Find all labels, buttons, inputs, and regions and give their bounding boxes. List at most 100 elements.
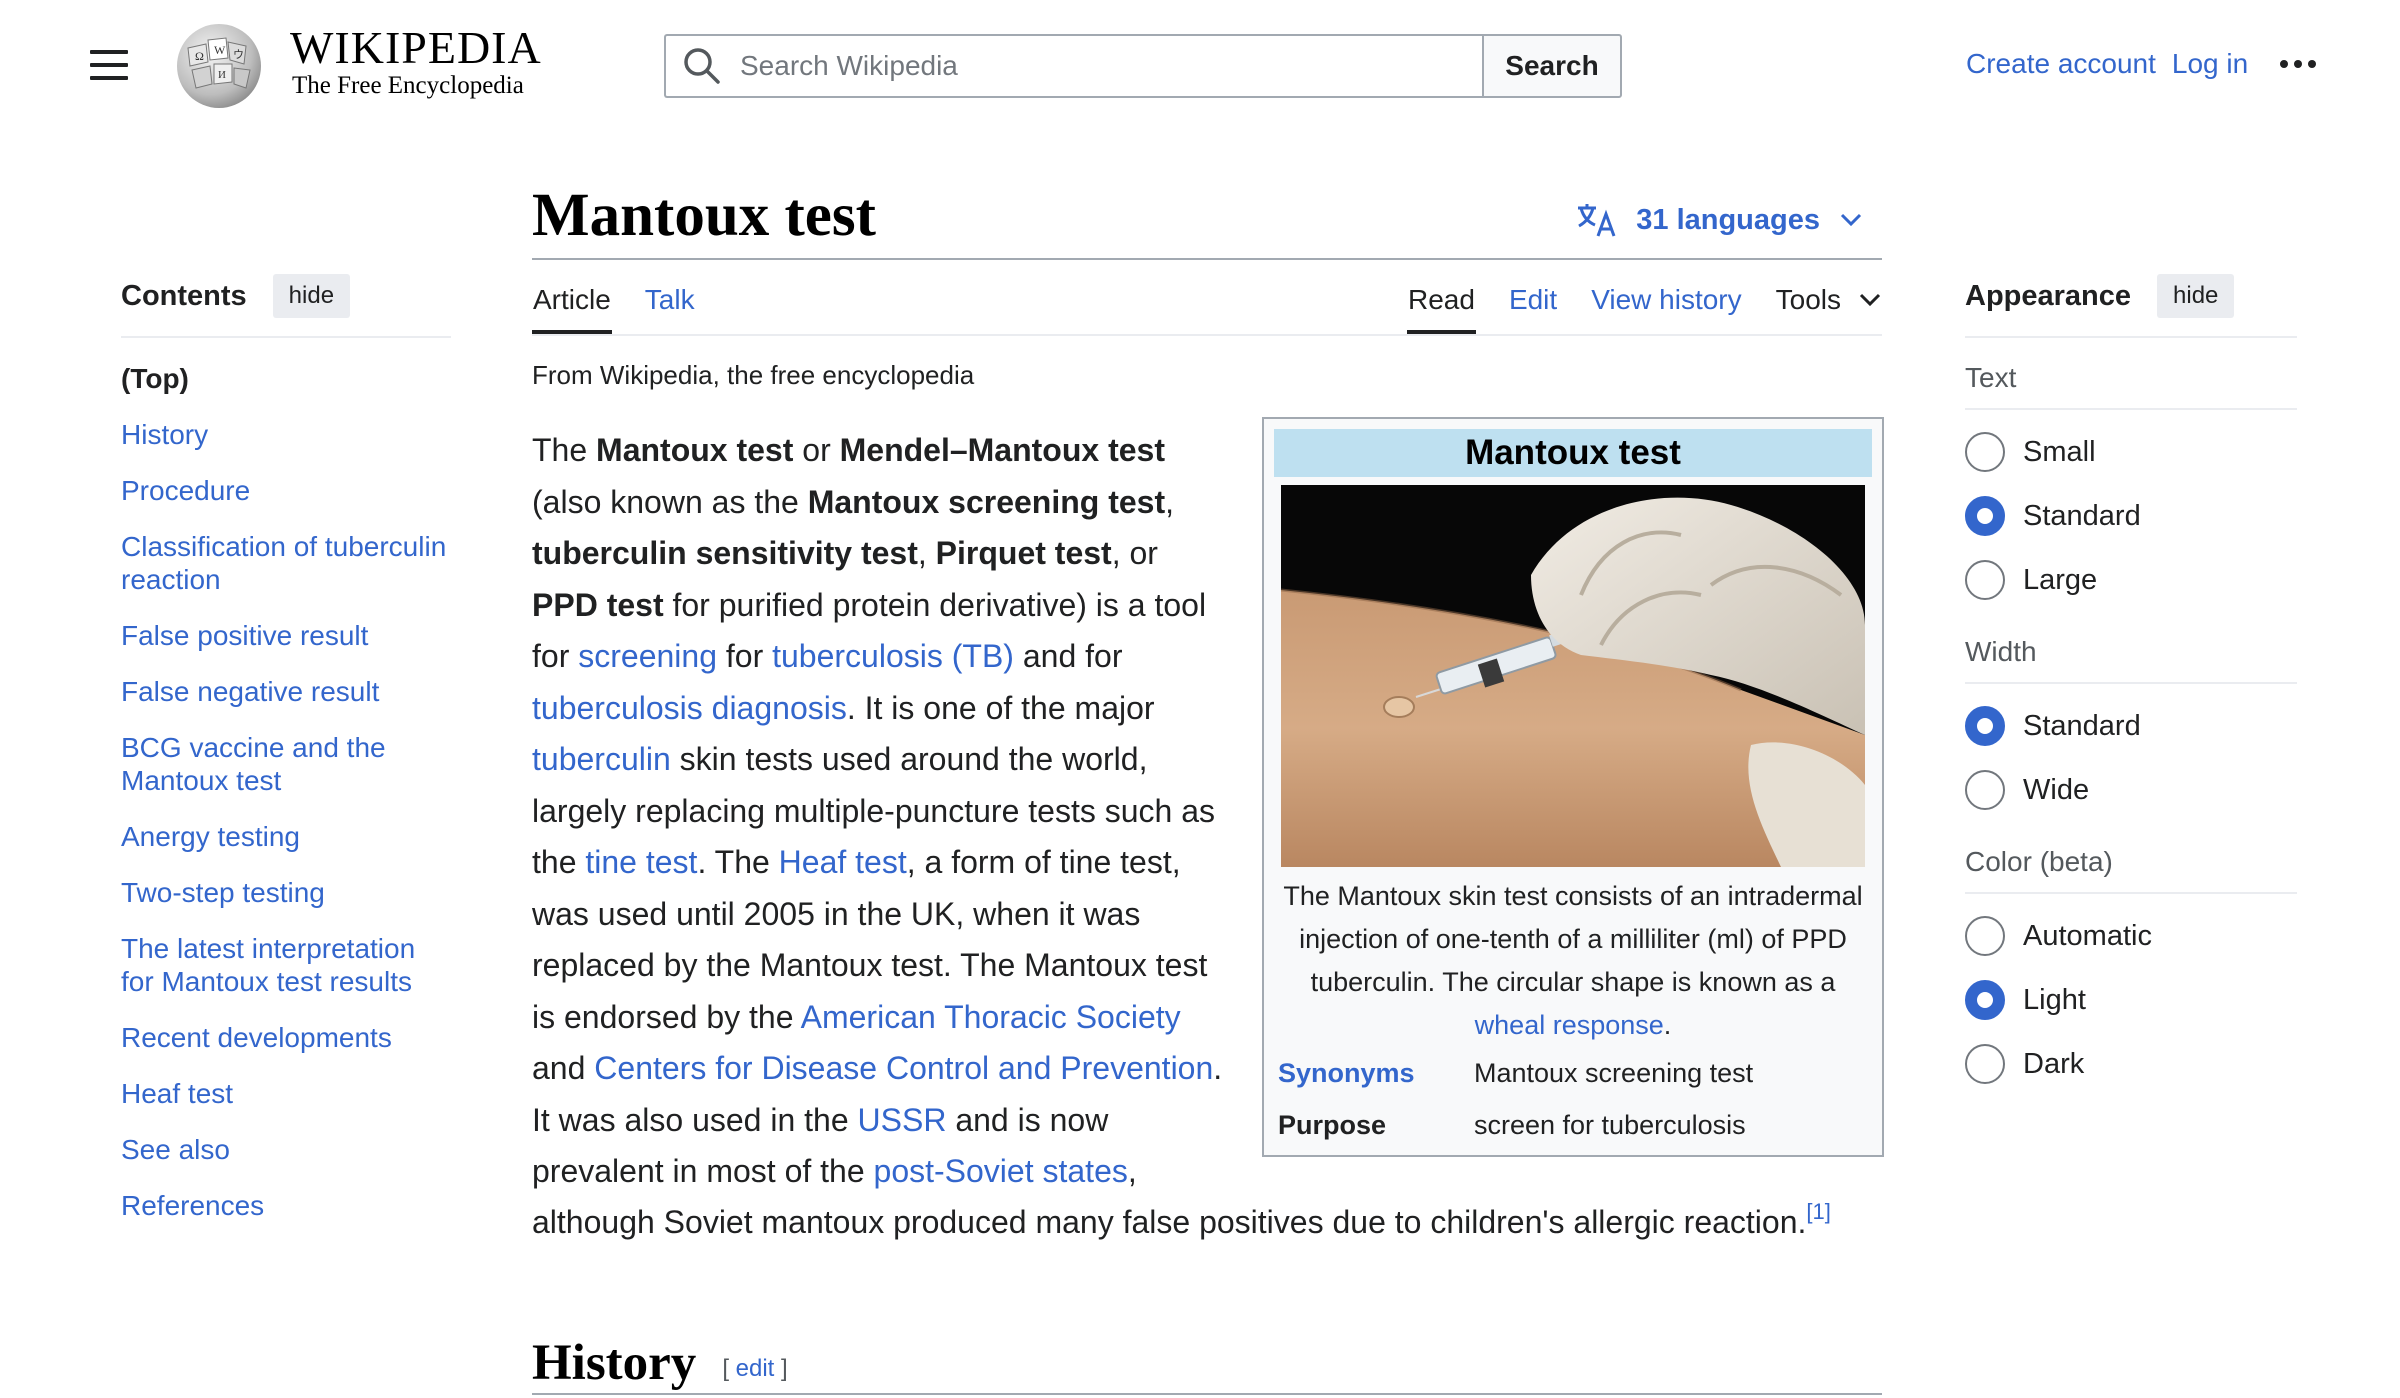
svg-text:Ω: Ω bbox=[195, 49, 204, 63]
search-input[interactable] bbox=[740, 50, 1440, 82]
search-form: Search bbox=[664, 34, 1622, 98]
logo-tagline: The Free Encyclopedia bbox=[292, 72, 524, 99]
group-label: Width bbox=[1965, 636, 2297, 684]
intro-text: or bbox=[793, 432, 840, 468]
infobox-image[interactable] bbox=[1281, 485, 1865, 867]
infobox-title: Mantoux test bbox=[1274, 429, 1872, 477]
radio-circle-selected bbox=[1965, 980, 2005, 1020]
intro-paragraph: The Mantoux test or Mendel–Mantoux test … bbox=[532, 425, 1227, 1198]
toc-item-see-also[interactable]: See also bbox=[121, 1133, 451, 1166]
wikipedia-wordmark[interactable]: WIKIPEDIA The Free Encyclopedia bbox=[290, 22, 542, 100]
reference-link[interactable]: [1] bbox=[1806, 1199, 1830, 1224]
radio-color-light[interactable]: Light bbox=[1965, 968, 2297, 1032]
ellipsis-icon[interactable] bbox=[2280, 60, 2317, 68]
link-american-thoracic-society[interactable]: American Thoracic Society bbox=[801, 999, 1181, 1035]
radio-width-wide[interactable]: Wide bbox=[1965, 758, 2297, 822]
radio-label: Automatic bbox=[2023, 919, 2152, 952]
purpose-label: Purpose bbox=[1278, 1109, 1387, 1140]
toc-item-recent-developments[interactable]: Recent developments bbox=[121, 1021, 451, 1054]
link-tuberculosis[interactable]: tuberculosis (TB) bbox=[772, 638, 1014, 674]
link-wheal-response[interactable]: wheal response bbox=[1475, 1010, 1664, 1040]
radio-text-small[interactable]: Small bbox=[1965, 420, 2297, 484]
radio-circle bbox=[1965, 560, 2005, 600]
toc-item-false-negative[interactable]: False negative result bbox=[121, 675, 451, 708]
intro-text: , or bbox=[1111, 535, 1158, 571]
tab-article[interactable]: Article bbox=[532, 284, 612, 334]
toc-list: (Top) History Procedure Classification o… bbox=[121, 362, 451, 1222]
toc-item-history[interactable]: History bbox=[121, 418, 451, 451]
purpose-value: screen for tuberculosis bbox=[1474, 1109, 1746, 1140]
link-tuberculin[interactable]: tuberculin bbox=[532, 741, 671, 777]
radio-text-standard[interactable]: Standard bbox=[1965, 484, 2297, 548]
intro-text: for bbox=[716, 638, 773, 674]
intro-bold: tuberculin sensitivity test bbox=[532, 535, 918, 571]
language-button[interactable]: 31 languages bbox=[1576, 202, 1882, 238]
tab-edit[interactable]: Edit bbox=[1508, 284, 1558, 334]
radio-circle bbox=[1965, 432, 2005, 472]
link-cdc[interactable]: Centers for Disease Control and Preventi… bbox=[594, 1050, 1213, 1086]
search-button[interactable]: Search bbox=[1482, 34, 1622, 98]
link-tuberculosis-diagnosis[interactable]: tuberculosis diagnosis bbox=[532, 690, 847, 726]
toc-item-two-step-testing[interactable]: Two-step testing bbox=[121, 876, 451, 909]
caption-text: The Mantoux skin test consists of an int… bbox=[1283, 881, 1863, 997]
tab-view-history[interactable]: View history bbox=[1590, 284, 1742, 334]
link-tine-test[interactable]: tine test bbox=[585, 844, 697, 880]
intro-text: and for bbox=[1013, 638, 1123, 674]
toc-hide-button[interactable]: hide bbox=[272, 274, 351, 318]
link-screening[interactable]: screening bbox=[578, 638, 717, 674]
toc-item-heaf-test[interactable]: Heaf test bbox=[121, 1077, 451, 1110]
radio-color-automatic[interactable]: Automatic bbox=[1965, 904, 2297, 968]
radio-circle bbox=[1965, 770, 2005, 810]
wikipedia-globe-logo[interactable]: Ω W ウ И bbox=[168, 18, 271, 110]
appearance-panel: Appearance hide Text Small Standard Larg… bbox=[1965, 274, 2297, 1096]
radio-circle bbox=[1965, 916, 2005, 956]
radio-circle bbox=[1965, 1044, 2005, 1084]
radio-width-standard[interactable]: Standard bbox=[1965, 694, 2297, 758]
search-box[interactable] bbox=[664, 34, 1482, 98]
logo-title: WIKIPEDIA bbox=[290, 22, 542, 73]
link-ussr[interactable]: USSR bbox=[858, 1102, 947, 1138]
radio-text-large[interactable]: Large bbox=[1965, 548, 2297, 612]
toc-item-procedure[interactable]: Procedure bbox=[121, 474, 451, 507]
toc-item-top[interactable]: (Top) bbox=[121, 362, 451, 395]
intro-text: and bbox=[532, 1050, 595, 1086]
chevron-down-icon bbox=[1840, 213, 1862, 227]
site-tagline: From Wikipedia, the free encyclopedia bbox=[532, 360, 975, 390]
create-account-link[interactable]: Create account bbox=[1966, 48, 2156, 80]
toc-item-classification[interactable]: Classification of tuberculin reaction bbox=[121, 530, 451, 596]
synonyms-label-link[interactable]: Synonyms bbox=[1274, 1058, 1474, 1089]
tools-menu[interactable]: Tools bbox=[1775, 284, 1882, 334]
page-tabs: Article Talk Read Edit View history Tool… bbox=[532, 260, 1882, 336]
log-in-link[interactable]: Log in bbox=[2172, 48, 2248, 80]
table-of-contents: Contents hide (Top) History Procedure Cl… bbox=[121, 274, 451, 1245]
toc-item-anergy-testing[interactable]: Anergy testing bbox=[121, 820, 451, 853]
toc-item-references[interactable]: References bbox=[121, 1189, 451, 1222]
translate-icon bbox=[1578, 204, 1616, 237]
edit-bracket: ] bbox=[774, 1355, 788, 1382]
section-edit-link[interactable]: edit bbox=[736, 1355, 775, 1382]
link-post-soviet-states[interactable]: post-Soviet states bbox=[874, 1153, 1128, 1189]
radio-label: Wide bbox=[2023, 773, 2090, 806]
appearance-hide-button[interactable]: hide bbox=[2157, 274, 2235, 318]
tab-talk[interactable]: Talk bbox=[644, 284, 696, 334]
infobox-caption: The Mantoux skin test consists of an int… bbox=[1274, 875, 1872, 1047]
radio-label: Small bbox=[2023, 435, 2096, 468]
main-content: Mantoux test 31 languages Article Talk R… bbox=[532, 180, 1884, 1395]
radio-label: Standard bbox=[2023, 709, 2141, 742]
tools-label: Tools bbox=[1775, 284, 1841, 315]
user-links: Create account Log in bbox=[1966, 48, 2317, 80]
radio-circle-selected bbox=[1965, 706, 2005, 746]
radio-color-dark[interactable]: Dark bbox=[1965, 1032, 2297, 1096]
toc-item-latest-interpretation[interactable]: The latest interpretation for Mantoux te… bbox=[121, 932, 451, 998]
group-label: Color (beta) bbox=[1965, 846, 2297, 894]
hamburger-menu-icon[interactable] bbox=[90, 50, 128, 80]
search-icon bbox=[684, 48, 720, 84]
intro-text: The bbox=[532, 432, 597, 468]
tab-read[interactable]: Read bbox=[1407, 284, 1476, 334]
toc-item-bcg-vaccine[interactable]: BCG vaccine and the Mantoux test bbox=[121, 731, 451, 797]
appearance-title: Appearance bbox=[1965, 279, 2132, 312]
link-heaf-test[interactable]: Heaf test bbox=[779, 844, 907, 880]
svg-text:W: W bbox=[214, 43, 226, 57]
toc-item-false-positive[interactable]: False positive result bbox=[121, 619, 451, 652]
radio-label: Light bbox=[2023, 983, 2086, 1016]
